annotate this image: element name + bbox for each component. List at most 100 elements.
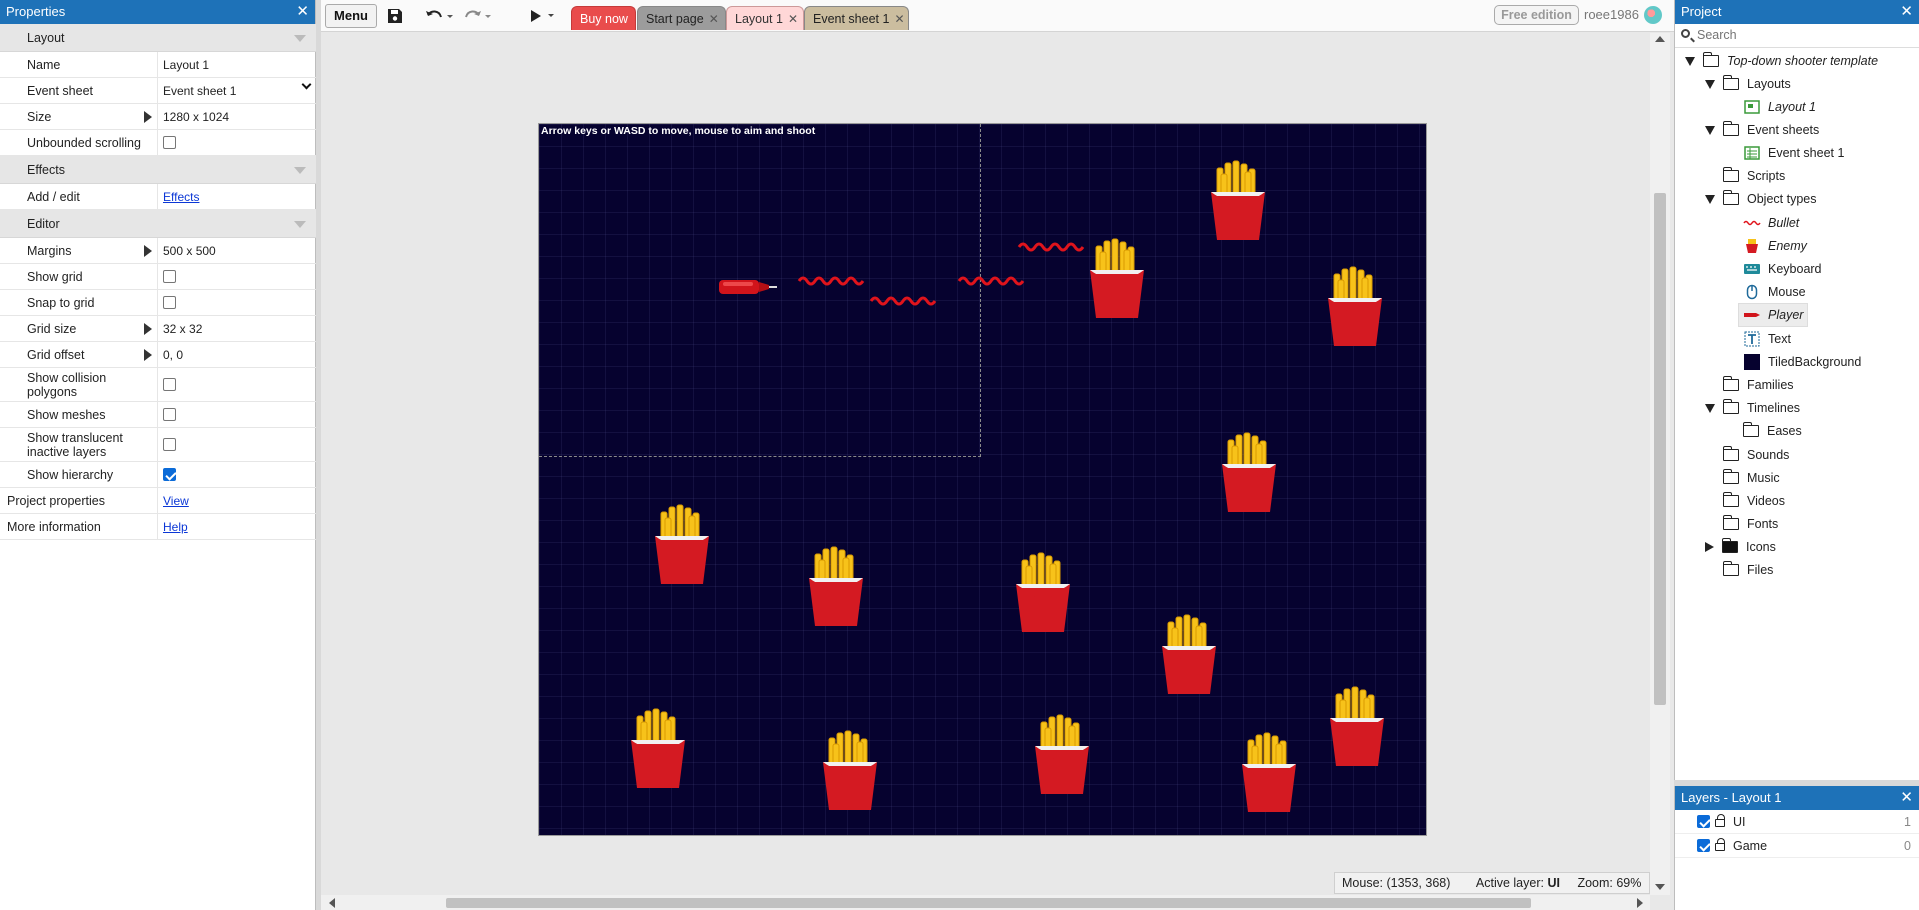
show-collision-checkbox[interactable]	[163, 378, 176, 391]
tab-buy-now[interactable]: Buy now	[571, 6, 636, 30]
enemy-sprite[interactable]	[1156, 614, 1222, 696]
collapse-arrow-icon[interactable]	[294, 221, 306, 228]
collapse-arrow-icon[interactable]	[294, 35, 306, 42]
event-sheet-select[interactable]: Event sheet 1	[163, 79, 316, 98]
tree-event-sheet-1[interactable]: Event sheet 1	[1743, 142, 1844, 164]
size-value[interactable]: 1280 x 1024	[158, 110, 316, 124]
tree-layouts[interactable]: Layouts	[1705, 73, 1791, 95]
tree-keyboard[interactable]: Keyboard	[1743, 258, 1822, 280]
expanded-arrow-icon[interactable]	[1705, 194, 1715, 204]
tree-families[interactable]: Families	[1722, 374, 1794, 396]
enemy-sprite[interactable]	[1029, 714, 1095, 796]
tree-text[interactable]: Text	[1743, 328, 1791, 350]
tree-event-sheets[interactable]: Event sheets	[1705, 119, 1819, 141]
username[interactable]: roee1986	[1584, 7, 1639, 22]
expand-triangle-icon[interactable]	[144, 322, 152, 335]
scroll-thumb[interactable]	[1654, 193, 1666, 705]
tree-files[interactable]: Files	[1722, 559, 1773, 581]
tree-fonts[interactable]: Fonts	[1722, 513, 1778, 535]
enemy-sprite[interactable]	[1324, 686, 1390, 768]
scroll-right-icon[interactable]	[1637, 898, 1643, 908]
tree-root[interactable]: Top-down shooter template	[1685, 50, 1878, 72]
save-icon[interactable]	[387, 4, 403, 28]
free-edition-badge[interactable]: Free edition	[1494, 5, 1579, 25]
grid-size-value[interactable]: 32 x 32	[158, 322, 316, 336]
unbounded-scrolling-checkbox[interactable]	[163, 136, 176, 149]
close-icon[interactable]: ✕	[1900, 786, 1913, 810]
tree-layout-1[interactable]: Layout 1	[1743, 96, 1816, 118]
section-editor[interactable]: Editor	[0, 210, 316, 238]
enemy-sprite[interactable]	[1084, 238, 1150, 320]
expanded-arrow-icon[interactable]	[1705, 79, 1715, 89]
expanded-arrow-icon[interactable]	[1705, 403, 1715, 413]
menu-button[interactable]: Menu	[325, 4, 377, 28]
layout-canvas[interactable]: Arrow keys or WASD to move, mouse to aim…	[538, 123, 1427, 836]
expand-triangle-icon[interactable]	[144, 348, 152, 361]
lock-icon[interactable]	[1715, 814, 1725, 827]
layout-view[interactable]: Arrow keys or WASD to move, mouse to aim…	[321, 33, 1670, 895]
tree-eases[interactable]: Eases	[1742, 420, 1802, 442]
layer-row-game[interactable]: Game 0	[1675, 834, 1919, 858]
snap-to-grid-checkbox[interactable]	[163, 296, 176, 309]
show-grid-checkbox[interactable]	[163, 270, 176, 283]
lock-icon[interactable]	[1715, 838, 1725, 851]
player-sprite[interactable]	[717, 276, 779, 298]
margins-value[interactable]: 500 x 500	[158, 244, 316, 258]
grid-offset-value[interactable]: 0, 0	[158, 348, 316, 362]
tree-enemy[interactable]: Enemy	[1743, 235, 1807, 257]
collapse-arrow-icon[interactable]	[294, 167, 306, 174]
tree-object-types[interactable]: Object types	[1705, 188, 1816, 210]
layer-visible-checkbox[interactable]	[1697, 815, 1710, 828]
play-icon[interactable]	[527, 4, 557, 28]
bullet-sprite[interactable]	[1017, 240, 1091, 254]
tree-player[interactable]: Player	[1737, 303, 1809, 327]
enemy-sprite[interactable]	[625, 708, 691, 790]
expanded-arrow-icon[interactable]	[1685, 56, 1695, 66]
expanded-arrow-icon[interactable]	[1705, 125, 1715, 135]
enemy-sprite[interactable]	[1205, 160, 1271, 242]
enemy-sprite[interactable]	[1216, 432, 1282, 514]
tree-timelines[interactable]: Timelines	[1705, 397, 1800, 419]
close-tab-icon[interactable]: ✕	[894, 12, 904, 26]
tree-tiled-background[interactable]: TiledBackground	[1743, 351, 1861, 373]
enemy-sprite[interactable]	[1010, 552, 1076, 634]
enemy-sprite[interactable]	[817, 730, 883, 812]
section-layout[interactable]: Layout	[0, 24, 316, 52]
tree-music[interactable]: Music	[1722, 467, 1780, 489]
close-tab-icon[interactable]: ✕	[788, 12, 798, 26]
help-link[interactable]: Help	[163, 520, 188, 534]
instructions-text[interactable]: Arrow keys or WASD to move, mouse to aim…	[541, 125, 815, 137]
tree-mouse[interactable]: Mouse	[1743, 281, 1806, 303]
scroll-up-icon[interactable]	[1655, 36, 1665, 42]
tab-start-page[interactable]: Start page ✕	[637, 6, 726, 30]
tree-icons[interactable]: Icons	[1705, 536, 1776, 558]
show-translucent-checkbox[interactable]	[163, 438, 176, 451]
expand-triangle-icon[interactable]	[144, 110, 152, 123]
enemy-sprite[interactable]	[803, 546, 869, 628]
enemy-sprite[interactable]	[1322, 266, 1388, 348]
close-icon[interactable]: ✕	[1900, 0, 1913, 24]
avatar[interactable]	[1644, 6, 1662, 24]
show-hierarchy-checkbox[interactable]	[163, 468, 176, 481]
scroll-left-icon[interactable]	[329, 898, 335, 908]
section-effects[interactable]: Effects	[0, 156, 316, 184]
bullet-sprite[interactable]	[797, 274, 871, 288]
bullet-sprite[interactable]	[869, 294, 943, 308]
scroll-down-icon[interactable]	[1655, 884, 1665, 890]
layer-visible-checkbox[interactable]	[1697, 839, 1710, 852]
horizontal-scrollbar[interactable]	[321, 895, 1650, 910]
undo-icon[interactable]	[425, 4, 455, 28]
name-value[interactable]: Layout 1	[158, 58, 316, 72]
effects-link[interactable]: Effects	[163, 190, 199, 204]
vertical-scrollbar[interactable]	[1650, 33, 1670, 895]
tree-scripts[interactable]: Scripts	[1722, 165, 1785, 187]
enemy-sprite[interactable]	[649, 504, 715, 586]
show-meshes-checkbox[interactable]	[163, 408, 176, 421]
layer-row-ui[interactable]: UI 1	[1675, 810, 1919, 834]
redo-icon[interactable]	[463, 4, 493, 28]
enemy-sprite[interactable]	[1236, 732, 1302, 814]
tab-event-sheet-1[interactable]: Event sheet 1 ✕	[804, 6, 909, 30]
tab-layout-1[interactable]: Layout 1 ✕	[726, 6, 804, 30]
close-icon[interactable]: ✕	[296, 0, 309, 24]
scroll-thumb[interactable]	[446, 898, 1531, 908]
